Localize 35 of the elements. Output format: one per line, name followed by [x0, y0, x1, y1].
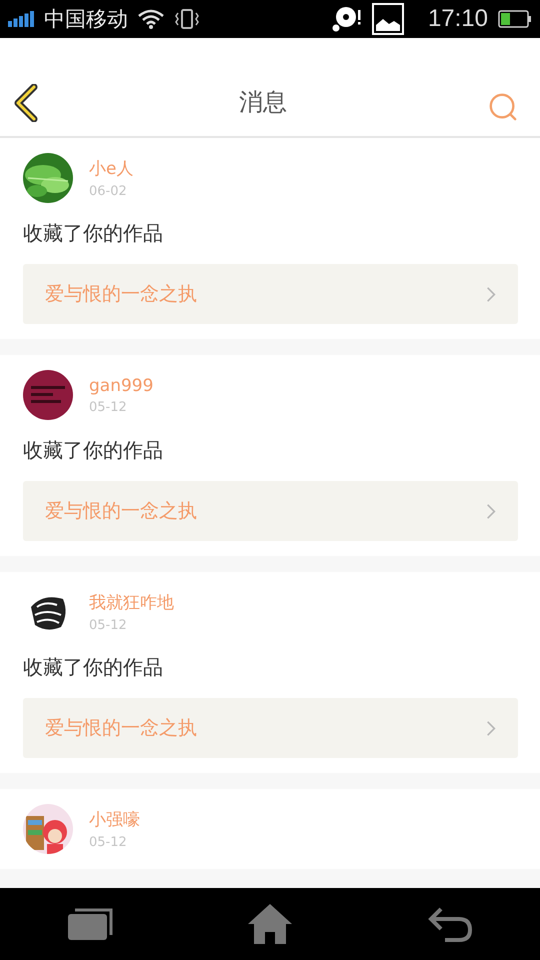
back-button[interactable] — [14, 84, 38, 122]
user-name[interactable]: gan999 — [89, 376, 154, 396]
disc-icon — [332, 6, 362, 32]
wifi-icon — [138, 9, 164, 29]
chevron-right-icon — [486, 502, 496, 520]
home-icon[interactable] — [247, 903, 293, 945]
user-name[interactable]: 小e人 — [89, 157, 134, 180]
user-name[interactable]: 小强嚎 — [89, 808, 140, 831]
message-text: 收藏了你的作品 — [23, 437, 164, 464]
battery-icon — [498, 10, 532, 28]
chevron-left-icon — [14, 84, 38, 122]
search-icon — [488, 92, 518, 122]
clock-time: 17:10 — [428, 5, 488, 33]
back-arrow-icon[interactable] — [427, 905, 473, 943]
message-text: 收藏了你的作品 — [23, 654, 164, 681]
vibrate-icon — [174, 8, 200, 30]
chevron-right-icon — [486, 720, 496, 736]
recent-apps-icon[interactable] — [67, 907, 113, 941]
user-name[interactable]: 我就狂咋地 — [89, 591, 174, 614]
page-title: 消息 — [239, 87, 287, 118]
work-link[interactable]: 爱与恨的一念之执 — [23, 264, 518, 324]
signal-icon — [8, 11, 34, 27]
message-date: 06-02 — [89, 184, 128, 199]
work-title: 爱与恨的一念之执 — [45, 499, 197, 524]
message-date: 05-12 — [89, 618, 128, 633]
work-title: 爱与恨的一念之执 — [45, 282, 197, 307]
carrier-name: 中国移动 — [44, 6, 128, 33]
chevron-right-icon — [486, 286, 496, 302]
image-icon — [372, 3, 404, 35]
message-date: 05-12 — [89, 400, 128, 414]
work-link[interactable]: 爱与恨的一念之执 — [23, 481, 518, 541]
message-text: 收藏了你的作品 — [23, 220, 164, 247]
message-date: 05-12 — [89, 835, 128, 850]
work-title: 爱与恨的一念之执 — [45, 716, 197, 741]
work-link[interactable]: 爱与恨的一念之执 — [23, 698, 518, 758]
